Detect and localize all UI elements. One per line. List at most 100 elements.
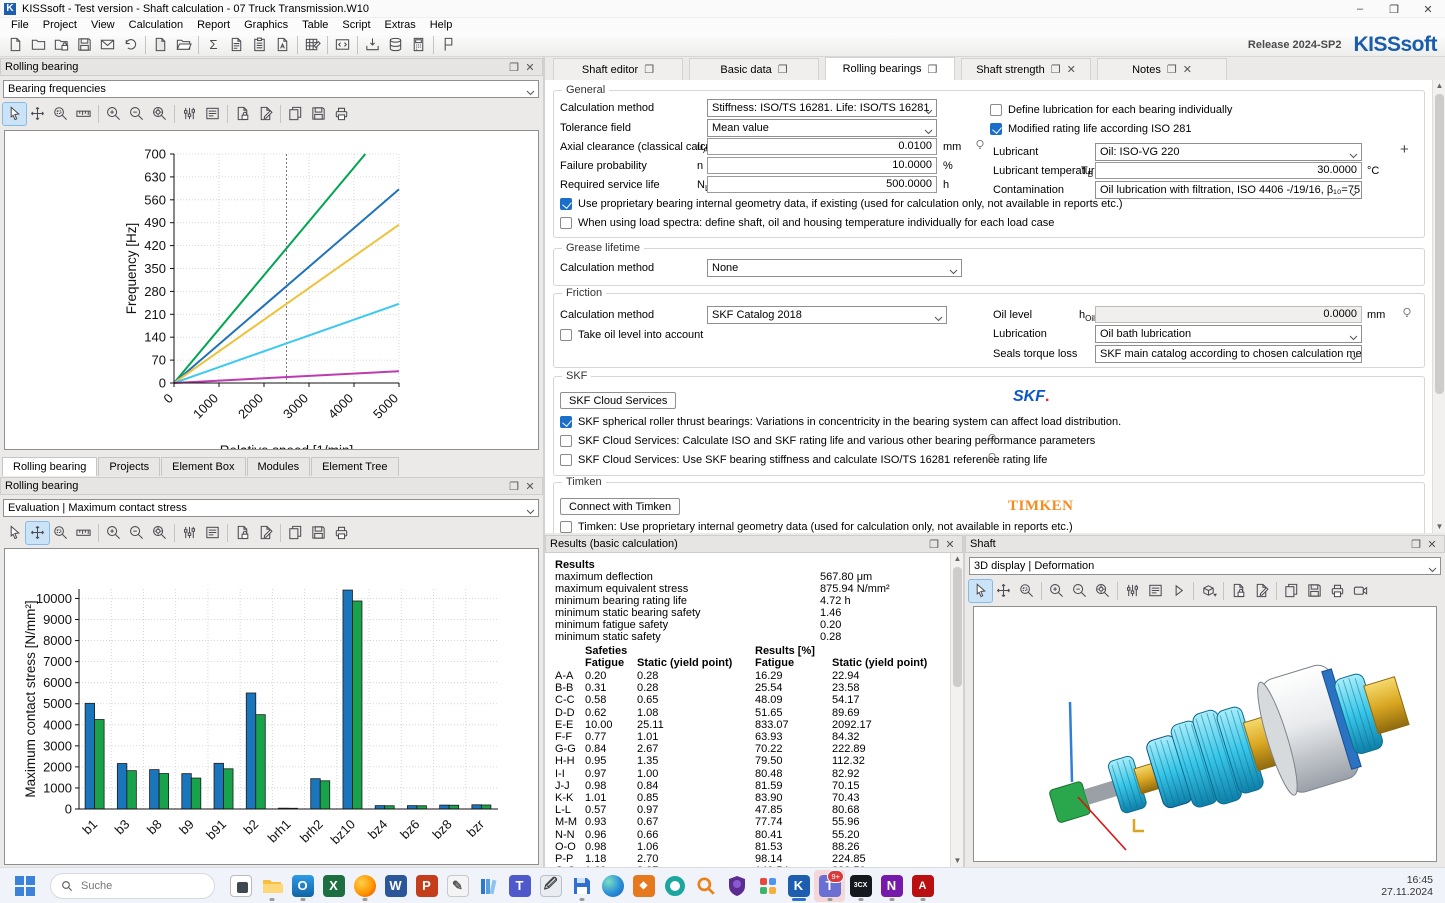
float-icon[interactable]: ❐ [506, 60, 522, 74]
table-grid-edit-icon[interactable] [301, 34, 324, 56]
taskbar-app-grid-icon[interactable] [752, 870, 783, 902]
graphic-select-bottom[interactable]: Evaluation | Maximum contact stress [3, 499, 539, 517]
copy-icon[interactable] [1280, 580, 1303, 602]
taskbar-3cx-icon[interactable]: 3CX [845, 870, 876, 902]
report-lock-icon[interactable] [1227, 580, 1250, 602]
tolerance-field-select[interactable]: Mean value [707, 119, 937, 137]
taskbar-browser-ring-icon[interactable] [659, 870, 690, 902]
report-lock-icon[interactable] [231, 522, 254, 544]
text-report-icon[interactable] [1144, 580, 1167, 602]
load-spectra-checkbox[interactable]: When using load spectra: define shaft, o… [560, 217, 1054, 229]
text-report-icon[interactable] [201, 103, 224, 125]
dock-tab-rolling-bearing[interactable]: Rolling bearing [2, 457, 97, 476]
proprietary-geometry-checkbox[interactable]: Use proprietary bearing internal geometr… [560, 198, 1123, 210]
zoom-in-icon[interactable] [102, 522, 125, 544]
protocol-list-icon[interactable] [248, 34, 271, 56]
print-icon[interactable] [1326, 580, 1349, 602]
print-icon[interactable] [330, 103, 353, 125]
skf-cloud-rating-checkbox[interactable]: SKF Cloud Services: Calculate ISO and SK… [560, 435, 1095, 447]
new-file-icon[interactable] [4, 34, 27, 56]
close-icon[interactable]: ✕ [1067, 63, 1076, 76]
menu-file[interactable]: File [4, 18, 36, 33]
close-icon[interactable]: ✕ [522, 479, 538, 493]
failure-probability-input[interactable]: 10.0000 [707, 157, 937, 174]
zoom-out-icon[interactable] [125, 522, 148, 544]
cursor-icon[interactable] [3, 103, 26, 125]
taskbar-search-tool-icon[interactable] [690, 870, 721, 902]
open-folder-icon[interactable] [27, 34, 50, 56]
taskbar-journal-icon[interactable]: ✎ [442, 870, 473, 902]
modified-rating-life-checkbox[interactable]: Modified rating life according ISO 281 [990, 123, 1191, 135]
cursor-icon[interactable] [3, 522, 26, 544]
menu-report[interactable]: Report [190, 18, 237, 33]
sliders-icon[interactable] [178, 522, 201, 544]
close-button[interactable]: ✕ [1411, 0, 1445, 18]
graphic-select-top[interactable]: Bearing frequencies [3, 80, 539, 98]
report-document-icon[interactable] [225, 34, 248, 56]
results-scrollbar[interactable]: ▲ ▼ [950, 553, 963, 867]
taskbar-excel-icon[interactable]: X [318, 870, 349, 902]
oil-level-checkbox[interactable]: Take oil level into account [560, 329, 703, 341]
play-icon[interactable] [1167, 580, 1190, 602]
dock-tab-projects[interactable]: Projects [98, 457, 160, 476]
close-icon[interactable]: ✕ [1424, 537, 1440, 551]
menu-help[interactable]: Help [423, 18, 460, 33]
grease-method-select[interactable]: None [707, 259, 962, 277]
sliders-icon[interactable] [1121, 580, 1144, 602]
zoom-fit-icon[interactable] [148, 522, 171, 544]
dock-tab-element-box[interactable]: Element Box [161, 457, 245, 476]
save-icon[interactable] [307, 522, 330, 544]
save-icon[interactable] [307, 103, 330, 125]
zoom-out-icon[interactable] [1068, 580, 1091, 602]
menu-script[interactable]: Script [335, 18, 377, 33]
save-icon[interactable] [73, 34, 96, 56]
lubrication-individual-checkbox[interactable]: Define lubrication for each bearing indi… [990, 104, 1232, 116]
bookmark-flag-icon[interactable] [437, 34, 460, 56]
open-document-icon[interactable] [172, 34, 195, 56]
taskbar-onenote-icon[interactable]: N [876, 870, 907, 902]
report-export-icon[interactable] [254, 522, 277, 544]
axial-clearance-input[interactable]: 0.0100 [707, 138, 937, 155]
calculation-method-select[interactable]: Stiffness: ISO/TS 16281. Life: ISO/TS 16… [707, 99, 937, 117]
undo-icon[interactable] [119, 34, 142, 56]
taskbar-outlook-icon[interactable]: O [287, 870, 318, 902]
dock-tab-modules[interactable]: Modules [247, 457, 311, 476]
float-icon[interactable]: ❐ [1167, 63, 1177, 76]
skf-stiffness-bulb-icon[interactable] [985, 451, 999, 468]
results-shaft-splitter[interactable] [963, 535, 965, 867]
taskbar-save-tool-icon[interactable] [566, 870, 597, 902]
sum-sigma-icon[interactable]: Σ [202, 34, 225, 56]
lubrication-select[interactable]: Oil bath lubrication [1095, 325, 1362, 343]
code-editor-icon[interactable] [331, 34, 354, 56]
menu-calculation[interactable]: Calculation [122, 18, 190, 33]
minimize-button[interactable]: – [1343, 0, 1377, 18]
open-locked-icon[interactable] [50, 34, 73, 56]
shaft-3d-view[interactable] [973, 606, 1437, 862]
oil-level-bulb-icon[interactable] [1400, 306, 1414, 323]
close-icon[interactable]: ✕ [942, 537, 958, 551]
taskbar-powerpoint-icon[interactable]: P [411, 870, 442, 902]
tab-notes[interactable]: Notes❐✕ [1097, 58, 1227, 80]
tab-rolling-bearings[interactable]: Rolling bearings❐ [825, 57, 955, 80]
taskbar-acrobat-icon[interactable]: A [907, 870, 938, 902]
pdf-report-icon[interactable] [271, 34, 294, 56]
zoom-window-icon[interactable] [49, 522, 72, 544]
report-lock-icon[interactable] [231, 103, 254, 125]
taskbar-pen-tool-icon[interactable]: 🖉 [535, 870, 566, 902]
lubricant-select[interactable]: Oil: ISO-VG 220 [1095, 143, 1362, 161]
zoom-window-icon[interactable] [49, 103, 72, 125]
seals-torque-loss-select[interactable]: SKF main catalog according to chosen cal… [1095, 345, 1362, 363]
cursor-icon[interactable] [969, 580, 992, 602]
send-mail-icon[interactable] [96, 34, 119, 56]
taskbar-firefox-icon[interactable] [349, 870, 380, 902]
new-document-icon[interactable] [149, 34, 172, 56]
pan-icon[interactable] [26, 103, 49, 125]
taskbar-word-icon[interactable]: W [380, 870, 411, 902]
float-icon[interactable]: ❐ [506, 479, 522, 493]
close-icon[interactable]: ✕ [1183, 63, 1192, 76]
ruler-icon[interactable] [72, 103, 95, 125]
menu-project[interactable]: Project [36, 18, 84, 33]
taskbar-task-view-icon[interactable] [225, 870, 256, 902]
tab-basic-data[interactable]: Basic data❐ [689, 58, 819, 80]
copy-icon[interactable] [284, 103, 307, 125]
